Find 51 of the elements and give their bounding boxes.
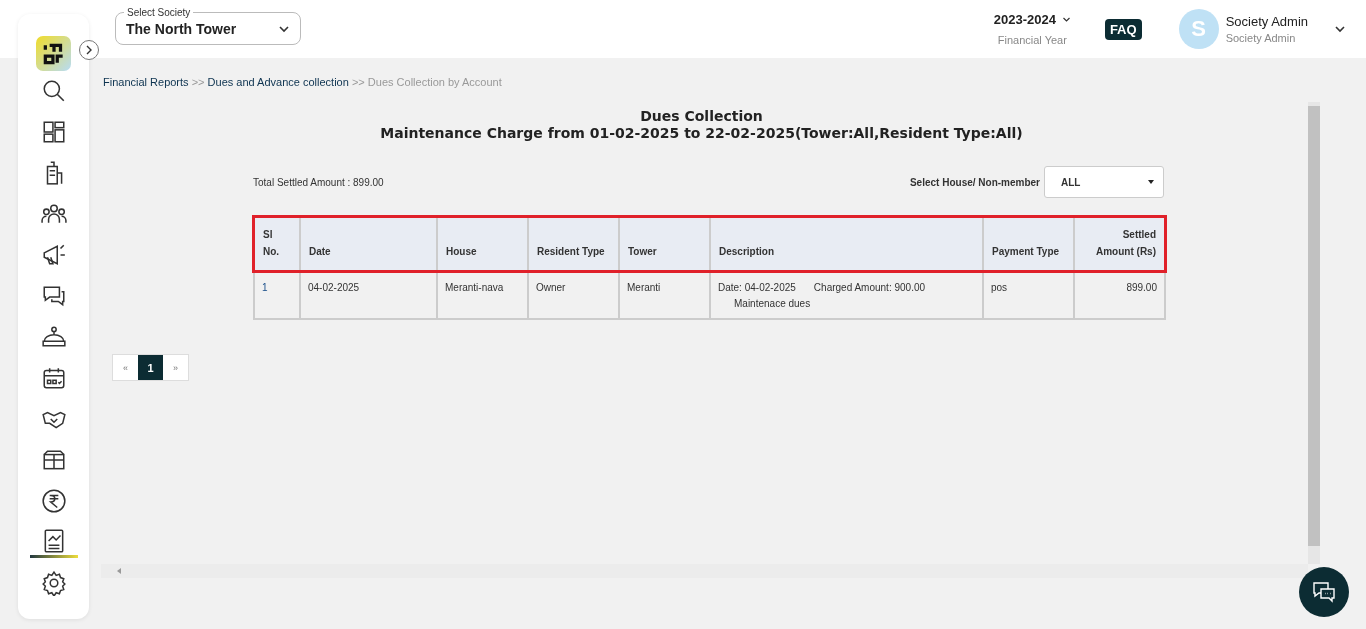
scroll-left-icon [115,567,123,575]
table-cell: 1 [254,271,300,319]
page-button[interactable]: 1 [138,355,163,380]
chevron-down-icon [278,23,290,35]
chevron-down-icon [1334,23,1346,35]
financial-year-select[interactable]: 2023-2024 [993,12,1071,27]
column-header: Description [710,217,983,271]
column-header: Payment Type [983,217,1074,271]
filter-label: Select House/ Non-member [909,176,1040,188]
table-cell: pos [983,271,1074,319]
table-cell: Owner [528,271,619,319]
table-cell: 899.00 [1074,271,1165,319]
previous-page-button[interactable]: « [113,355,138,380]
total-settled-amount: Total Settled Amount : 899.00 [253,176,384,188]
megaphone-icon [40,242,67,268]
user-menu[interactable]: Society Admin Society Admin [1225,14,1346,44]
rupee-icon [40,488,67,514]
house-select[interactable]: ALL [1044,166,1164,198]
chevron-down-icon [1061,15,1071,24]
sidebar-item[interactable] [29,526,78,558]
settings-icon [40,570,67,596]
user-avatar: S [1178,9,1219,49]
breadcrumb-link[interactable]: Financial Reports [103,76,189,88]
table-cell: Date: 04-02-2025 Charged Amount: 900.00 Maintenace dues [710,271,983,319]
column-header: Tower [619,217,710,271]
table-cell: 04-02-2025 [300,271,437,319]
breadcrumb-link[interactable]: Dues and Advance collection [207,76,349,88]
column-header: Settled Amount (Rs) [1074,217,1165,271]
vertical-scrollbar[interactable] [1308,102,1320,564]
breadcrumb-separator: >> [351,76,365,88]
column-header: Sl No. [254,217,300,271]
breadcrumb-separator: >> [191,76,205,88]
faq-button[interactable]: FAQ [1104,18,1142,40]
report-title: Dues Collection [639,108,764,125]
society-select[interactable]: Select Society The North Tower [115,7,301,45]
dashboard-icon [40,119,67,145]
expand-sidebar-button[interactable] [79,40,99,60]
chat-icon [1312,580,1336,604]
chat-support-button[interactable] [1299,567,1349,617]
caret-down-icon [1147,178,1155,186]
financial-year-label: Financial Year [997,34,1067,46]
column-header: Resident Type [528,217,619,271]
next-page-button[interactable]: » [163,355,188,380]
horizontal-scrollbar[interactable] [101,564,1308,578]
report-subtitle: Maintenance Charge from 01-02-2025 to 22-02-2025(Tower:All,Resident Type:All) [379,125,1024,142]
column-header: Date [300,217,437,271]
table-cell: Meranti [619,271,710,319]
column-header: House [437,217,528,271]
app-logo-icon [36,36,71,71]
table-cell: Meranti-nava [437,271,528,319]
calendar-icon [40,365,67,391]
